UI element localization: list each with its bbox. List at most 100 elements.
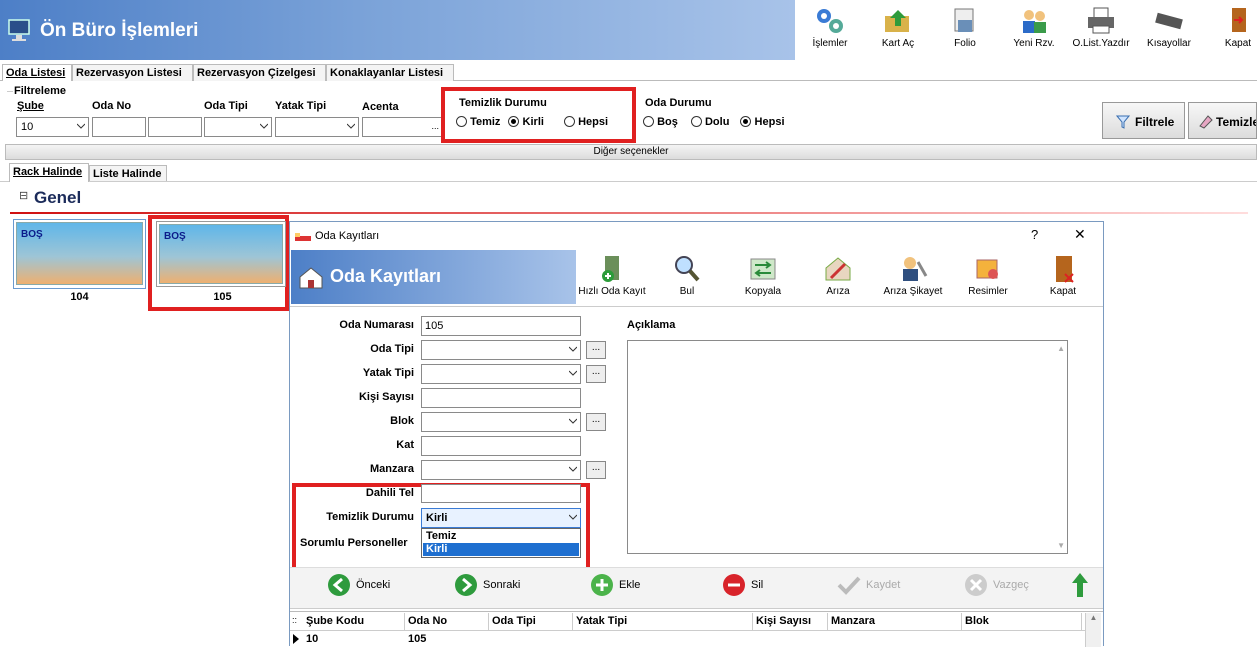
filtrele-button[interactable]: Filtrele [1102, 102, 1185, 139]
oda-no-input-to[interactable] [148, 117, 202, 137]
radio-bos[interactable]: Boş [643, 116, 678, 128]
blok-ellipsis-button[interactable]: ... [586, 413, 606, 431]
column-header[interactable]: Blok [962, 613, 1082, 630]
scroll-up-icon[interactable]: ▲ [1057, 344, 1065, 353]
temizlik-durumu-select[interactable]: Kirli [421, 508, 581, 528]
radio-hepsi[interactable]: Hepsi [564, 116, 608, 128]
copy-arrows-icon [750, 258, 776, 280]
option-temiz[interactable]: Temiz [423, 530, 579, 543]
column-header[interactable]: Oda No [405, 613, 489, 630]
manzara-ellipsis-button[interactable]: ... [586, 461, 606, 479]
kat-input[interactable] [421, 436, 581, 456]
dialog-toolbar-bul[interactable]: Bul [657, 252, 717, 304]
kaydet-button[interactable]: Kaydet [836, 574, 900, 600]
temizlik-durumu-label: Temizlik Durumu [326, 511, 414, 523]
oda-numarasi-input[interactable]: 105 [421, 316, 581, 336]
gears-icon [817, 9, 843, 33]
grid-header-line [290, 630, 1085, 631]
tab-rack-halinde[interactable]: Rack Halinde [9, 163, 89, 182]
tab-konaklayanlar-listesi[interactable]: Konaklayanlar Listesi [326, 64, 454, 81]
diger-secenekler-bar[interactable]: Diğer seçenekler [5, 144, 1257, 160]
dialog-toolbar-kopyala[interactable]: Kopyala [733, 252, 793, 304]
oda-tipi-ellipsis-button[interactable]: ... [586, 341, 606, 359]
grid-cell[interactable]: 105 [408, 633, 426, 645]
column-header[interactable]: Oda Tipi [489, 613, 573, 630]
dialog-toolbar-ariza[interactable]: Arıza [808, 252, 868, 304]
room-card-105[interactable]: BOŞ [156, 221, 286, 287]
radio-oda-hepsi[interactable]: Hepsi [740, 116, 785, 128]
oda-no-input-from[interactable] [92, 117, 146, 137]
diger-secenekler-label: Diğer seçenekler [593, 146, 669, 157]
help-button[interactable]: ? [1031, 227, 1038, 242]
dialog-toolbar-ariza-sikayet[interactable]: Arıza Şikayet [875, 252, 951, 304]
dialog-separator [290, 306, 1103, 307]
sonraki-button[interactable]: Sonraki [455, 574, 520, 600]
tab-rezervasyon-cizelgesi[interactable]: Rezervasyon Çizelgesi [193, 64, 326, 81]
arrow-up-icon[interactable] [1070, 571, 1090, 599]
sil-button[interactable]: Sil [723, 574, 763, 600]
chevron-down-icon [569, 370, 577, 376]
toolbar-islemler[interactable]: İşlemler [800, 2, 860, 60]
yatak-tipi-select[interactable] [275, 117, 359, 137]
blok-label: Blok [390, 415, 414, 427]
aciklama-textarea[interactable]: ▲ ▼ [627, 340, 1068, 554]
tab-oda-listesi[interactable]: Oda Listesi [2, 64, 72, 81]
manzara-select[interactable] [421, 460, 581, 480]
vazgec-label: Vazgeç [993, 578, 1029, 591]
sube-select[interactable]: 10 [16, 117, 89, 137]
collapse-icon[interactable]: ⊟ [19, 189, 28, 202]
toolbar-folio[interactable]: Folio [935, 2, 995, 60]
keyboard-icon [1155, 12, 1183, 30]
column-header[interactable]: Manzara [828, 613, 962, 630]
yatak-tipi-field-select[interactable] [421, 364, 581, 384]
radio-kirli[interactable]: Kirli [508, 116, 544, 128]
column-header[interactable]: Şube Kodu [303, 613, 405, 630]
grid-scrollbar[interactable]: ▲ [1085, 613, 1101, 647]
column-header[interactable]: Yatak Tipi [573, 613, 753, 630]
radio-circle [643, 116, 654, 127]
toolbar-olist-yazdir[interactable]: O.List.Yazdır [1068, 2, 1134, 60]
toolbar-kapat[interactable]: Kapat [1208, 2, 1257, 60]
option-kirli[interactable]: Kirli [423, 543, 579, 556]
acenta-label: Acenta [362, 101, 399, 113]
vazgec-button[interactable]: Vazgeç [965, 574, 1029, 600]
kisi-sayisi-input[interactable] [421, 388, 581, 408]
group-line [7, 91, 13, 92]
radio-dolu[interactable]: Dolu [690, 116, 729, 128]
sonraki-label: Sonraki [483, 578, 521, 591]
toolbar-kart-ac[interactable]: Kart Aç [868, 2, 928, 60]
chevron-down-icon [569, 466, 577, 472]
onceki-label: Önceki [356, 578, 391, 591]
dahili-tel-input[interactable] [421, 484, 581, 503]
chevron-down-icon [569, 418, 577, 424]
temizle-button[interactable]: Temizle [1188, 102, 1257, 139]
ekle-button[interactable]: Ekle [591, 574, 640, 600]
oda-tipi-select[interactable] [204, 117, 272, 137]
acenta-input[interactable]: ... [362, 117, 442, 137]
blok-select[interactable] [421, 412, 581, 432]
eraser-icon [1199, 115, 1213, 129]
acenta-ellipsis-button[interactable]: ... [431, 121, 439, 131]
grid-cell[interactable]: 10 [306, 633, 318, 645]
oda-tipi-field-select[interactable] [421, 340, 581, 360]
scroll-down-icon[interactable]: ▼ [1057, 541, 1065, 550]
yatak-tipi-ellipsis-button[interactable]: ... [586, 365, 606, 383]
room-card-104[interactable]: BOŞ [13, 219, 146, 289]
toolbar-kisayollar[interactable]: Kısayollar [1139, 2, 1199, 60]
dialog-toolbar-resimler[interactable]: Resimler [958, 252, 1018, 304]
toolbar-label: Arıza Şikayet [883, 286, 943, 297]
dialog-toolbar-kapat[interactable]: Kapat [1033, 252, 1093, 304]
house-icon [299, 267, 323, 289]
toolbar-yeni-rzv[interactable]: Yeni Rzv. [1004, 2, 1064, 60]
tab-liste-halinde[interactable]: Liste Halinde [89, 165, 167, 181]
radio-temiz[interactable]: Temiz [456, 116, 500, 128]
chevron-down-icon [347, 123, 355, 129]
ekle-label: Ekle [619, 578, 641, 591]
manzara-label: Manzara [369, 463, 414, 475]
onceki-button[interactable]: Önceki [328, 574, 390, 600]
close-icon[interactable]: ✕ [1074, 226, 1086, 243]
tab-rezervasyon-listesi[interactable]: Rezervasyon Listesi [72, 64, 193, 81]
column-header[interactable]: Kişi Sayısı [753, 613, 828, 630]
dialog-toolbar-hizli-oda-kayit[interactable]: Hızlı Oda Kayıt [576, 252, 648, 304]
oda-tipi-field-label: Oda Tipi [370, 343, 414, 355]
